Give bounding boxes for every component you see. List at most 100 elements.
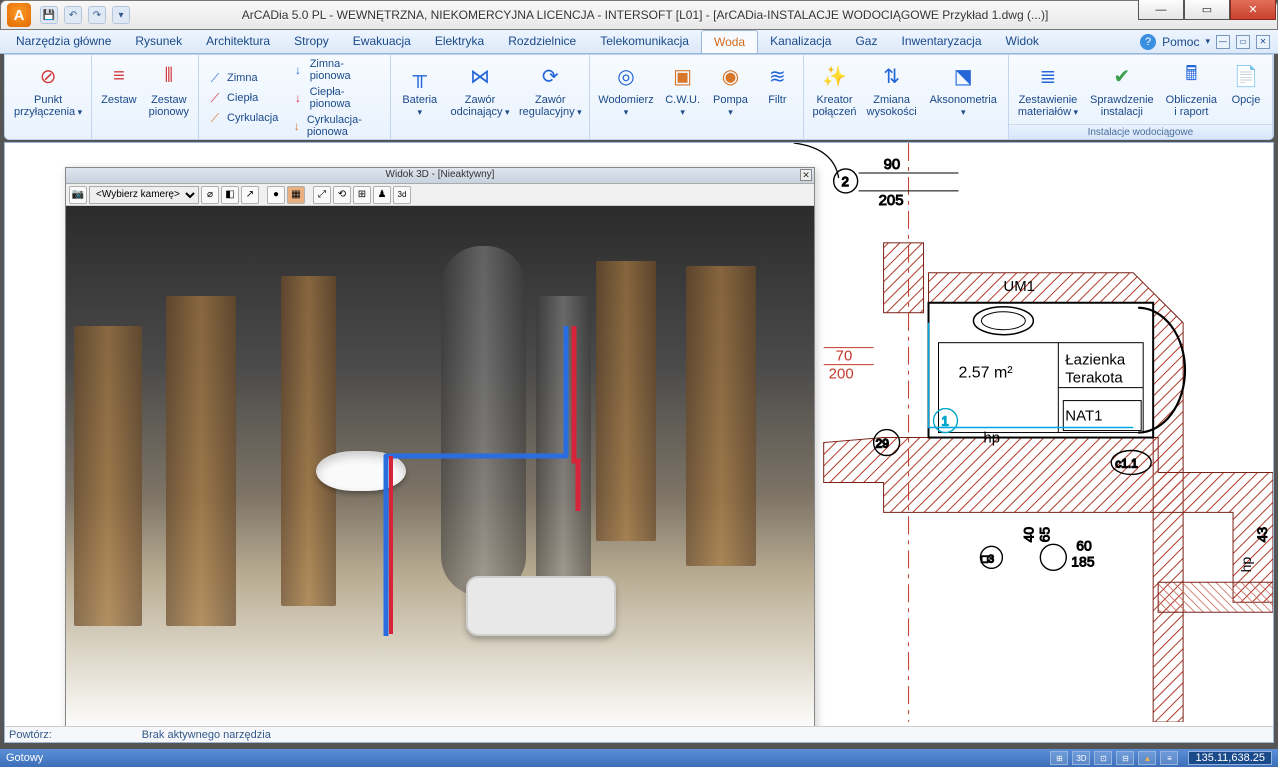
tab-inventory[interactable]: Inwentaryzacja [889,30,993,53]
viewer-3d-toolbar: 📷 <Wybierz kamerę> ⌀ ◧ ↗ ● ▦ ⤢ ⟲ ⊞ ♟ 3d [66,184,814,206]
tab-ceilings[interactable]: Stropy [282,30,341,53]
connection-point-icon: ⊘ [32,60,64,92]
viewer-btn-1[interactable]: ⌀ [201,186,219,204]
viewer-btn-8[interactable]: ⊞ [353,186,371,204]
status-btn-2[interactable]: ⊡ [1094,751,1112,765]
shutoff-valve-icon: ⋈ [464,60,496,92]
doc-restore-button[interactable]: ▭ [1236,35,1250,49]
bom-icon: ≣ [1032,60,1064,92]
btn-vertical-set[interactable]: ⦀ Zestaw pionowy [144,57,194,139]
workspace[interactable]: 2.57 m² Łazienka Terakota NAT1 UM1 1 2 2… [4,142,1274,743]
dim-43: 43 [1254,527,1270,543]
viewer-btn-9[interactable]: ♟ [373,186,391,204]
help-dropdown-icon[interactable]: ▾ [1205,36,1210,47]
viewer-btn-7[interactable]: ⟲ [333,186,351,204]
doc-close-button[interactable]: ✕ [1256,35,1270,49]
qa-redo-button[interactable]: ↷ [88,6,106,24]
viewer-btn-5[interactable]: ▦ [287,186,305,204]
btn-hot-pipe[interactable]: ⟋Ciepła [203,89,282,107]
qa-dropdown-button[interactable]: ▾ [112,6,130,24]
tab-view[interactable]: Widok [994,30,1051,53]
dim-65: 65 [1036,527,1052,543]
btn-filter[interactable]: ≋Filtr [755,57,799,139]
wizard-icon: ✨ [818,60,850,92]
viewer-btn-4[interactable]: ● [267,186,285,204]
btn-circ-vertical[interactable]: ↓Cyrkulacja-pionowa [286,113,385,139]
btn-hot-vertical[interactable]: ↓Ciepła-pionowa [286,85,385,111]
tab-gas[interactable]: Gaz [843,30,889,53]
btn-circ-pipe[interactable]: ⟋Cyrkulacja [203,109,282,127]
btn-connection-point[interactable]: ⊘ Punkt przyłączenia [9,57,87,139]
btn-water-meter[interactable]: ◎Wodomierz [594,57,657,139]
qa-save-button[interactable]: 💾 [40,6,58,24]
btn-set[interactable]: ≡ Zestaw [96,57,141,139]
btn-check[interactable]: ✔Sprawdzenie instalacji [1085,57,1159,124]
status-bar: Gotowy ⊞ 3D ⊡ ⊟ ▲ ≡ 135.11,638.25 [0,749,1278,767]
close-button[interactable]: ✕ [1230,0,1276,20]
btn-control-valve[interactable]: ⟳Zawór regulacyjny [515,57,585,139]
room-floor-text: Terakota [1065,370,1123,387]
tab-telecom[interactable]: Telekomunikacja [588,30,701,53]
tab-evacuation[interactable]: Ewakuacja [341,30,423,53]
btn-calc[interactable]: 🖩Obliczenia i raport [1161,57,1222,124]
btn-bom[interactable]: ≣Zestawienie materiałów [1013,57,1083,124]
options-icon: 📄 [1230,60,1262,92]
btn-pump[interactable]: ◉Pompa [708,57,754,139]
viewer-3d-viewport[interactable] [66,206,814,732]
btn-cold-pipe[interactable]: ⟋Zimna [203,69,282,87]
tab-sewage[interactable]: Kanalizacja [758,30,843,53]
btn-shutoff-valve[interactable]: ⋈Zawór odcinający [447,57,513,139]
viewer-3d-window[interactable]: Widok 3D - [Nieaktywny] ✕ 📷 <Wybierz kam… [65,167,815,733]
help-label[interactable]: Pomoc [1162,35,1199,49]
tab-switchboards[interactable]: Rozdzielnice [496,30,588,53]
maximize-button[interactable]: ▭ [1184,0,1230,20]
help-icon[interactable]: ? [1140,34,1156,50]
status-btn-1[interactable]: ⊞ [1050,751,1068,765]
cmd-status-text: Brak aktywnego narzędzia [142,729,271,741]
btn-options[interactable]: 📄Opcje [1224,57,1268,124]
status-btn-4[interactable]: ▲ [1138,751,1156,765]
viewer-camera-icon[interactable]: 📷 [69,186,87,204]
qa-undo-button[interactable]: ↶ [64,6,82,24]
command-line[interactable]: Powtórz: Brak aktywnego narzędzia [5,726,1273,742]
viewer-btn-10[interactable]: 3d [393,186,411,204]
title-bar: A 💾 ↶ ↷ ▾ ArCADia 5.0 PL - WEWNĘTRZNA, N… [0,0,1278,30]
dim-60: 60 [1076,537,1092,553]
btn-cwu[interactable]: ▣C.W.U. [660,57,706,139]
status-btn-5[interactable]: ≡ [1160,751,1178,765]
viewer-btn-2[interactable]: ◧ [221,186,239,204]
node-c11: c1.1 [1115,456,1138,470]
status-btn-3[interactable]: ⊟ [1116,751,1134,765]
hot-vertical-icon: ↓ [290,90,305,106]
tab-electrical[interactable]: Elektryka [423,30,496,53]
ribbon-panel-water: ⊘ Punkt przyłączenia ≡ Zestaw ⦀ Zestaw p… [4,54,1274,140]
dim-90: 90 [884,156,901,173]
btn-connection-wizard[interactable]: ✨Kreator połączeń [808,57,860,139]
height-icon: ⇅ [876,60,908,92]
status-ready: Gotowy [6,752,43,764]
btn-cold-vertical[interactable]: ↓Zimna-pionowa [286,57,385,83]
viewer-btn-6[interactable]: ⤢ [313,186,331,204]
viewer-camera-select[interactable]: <Wybierz kamerę> [89,186,199,204]
status-btn-3d[interactable]: 3D [1072,751,1090,765]
doc-minimize-button[interactable]: — [1216,35,1230,49]
dim-70: 70 [836,348,853,365]
circ-pipe-icon: ⟋ [207,110,223,126]
viewer-btn-3[interactable]: ↗ [241,186,259,204]
axonometry-icon: ⬔ [947,60,979,92]
btn-faucet[interactable]: ╥Bateria [395,57,445,139]
cold-vertical-icon: ↓ [290,62,305,78]
node-1: 1 [941,414,948,429]
tab-home[interactable]: Narzędzia główne [4,30,123,53]
btn-axonometry[interactable]: ⬔Aksonometria [923,57,1004,139]
btn-change-height[interactable]: ⇅Zmiana wysokości [863,57,921,139]
viewer-3d-close-button[interactable]: ✕ [800,169,812,181]
cold-pipe-icon: ⟋ [207,70,223,86]
viewer-3d-title-bar[interactable]: Widok 3D - [Nieaktywny] ✕ [66,168,814,184]
tab-architecture[interactable]: Architektura [194,30,282,53]
vertical-set-icon: ⦀ [153,60,185,92]
tab-water[interactable]: Woda [701,30,758,53]
node-29: 29 [876,437,890,451]
minimize-button[interactable]: — [1138,0,1184,20]
tab-drawing[interactable]: Rysunek [123,30,194,53]
